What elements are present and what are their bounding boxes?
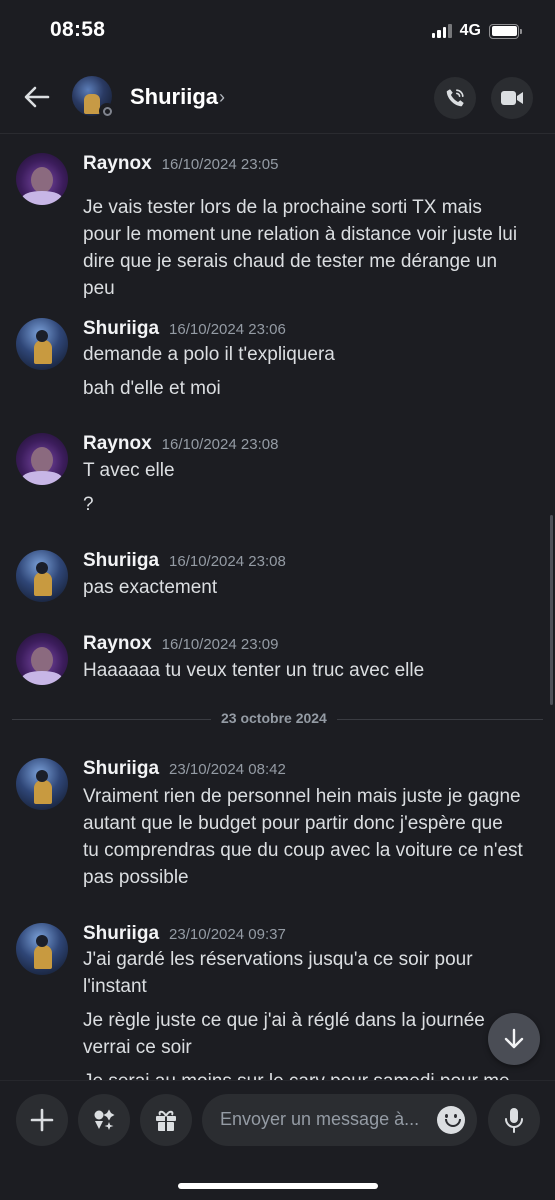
- back-button[interactable]: [20, 80, 54, 114]
- message-timestamp: 23/10/2024 08:42: [169, 761, 286, 778]
- message-line: peu: [83, 278, 115, 299]
- avatar[interactable]: [16, 550, 68, 602]
- add-attachment-button[interactable]: [16, 1094, 68, 1146]
- message-line: verrai ce soir: [83, 1037, 192, 1058]
- voice-message-button[interactable]: [488, 1094, 540, 1146]
- message-timestamp: 23/10/2024 09:37: [169, 926, 286, 943]
- message-list[interactable]: Raynox 16/10/2024 23:05 Je vais tester l…: [0, 135, 555, 1080]
- message-line: pas exactement: [83, 577, 218, 598]
- apps-icon: [94, 1109, 115, 1130]
- chevron-right-icon[interactable]: ›: [219, 87, 225, 108]
- message-line: demande a polo il t'expliquera: [83, 344, 335, 365]
- message-line: T avec elle: [83, 460, 175, 481]
- back-arrow-icon: [24, 86, 50, 108]
- message-line: Je vais tester lors de la prochaine sort…: [83, 197, 482, 218]
- message-line: Vraiment rien de personnel hein mais jus…: [83, 786, 521, 807]
- gift-icon: [156, 1110, 176, 1131]
- voice-call-button[interactable]: [434, 77, 476, 119]
- avatar[interactable]: [16, 318, 68, 370]
- message-line: Je serai au moins sur le carv pour samed…: [83, 1068, 510, 1080]
- video-call-button[interactable]: [491, 77, 533, 119]
- message-timestamp: 16/10/2024 23:08: [169, 553, 286, 570]
- header-title[interactable]: Shuriiga: [130, 84, 218, 110]
- emoji-icon[interactable]: [437, 1106, 465, 1134]
- message-line: Haaaaaa tu veux tenter un truc avec elle: [83, 660, 425, 681]
- signal-icon: [431, 24, 452, 38]
- jump-to-bottom-button[interactable]: [488, 1013, 540, 1065]
- message-author[interactable]: Shuriiga: [83, 923, 159, 945]
- offline-status-icon: [99, 103, 115, 119]
- status-indicators: 4G: [431, 22, 522, 40]
- gift-button[interactable]: [140, 1094, 192, 1146]
- message-input-placeholder: Envoyer un message à...: [220, 1109, 420, 1129]
- message-line: autant que le budget pour partir donc j'…: [83, 813, 503, 834]
- arrow-down-icon: [504, 1028, 524, 1049]
- message-timestamp: 16/10/2024 23:05: [161, 156, 279, 173]
- message-line: J'ai gardé les réservations jusqu'a ce s…: [83, 949, 473, 970]
- message-line: tu comprendras que du coup avec la voitu…: [83, 840, 523, 861]
- status-bar: 08:58 4G: [0, 0, 555, 62]
- message-timestamp: 16/10/2024 23:09: [161, 636, 279, 653]
- message-line: dire que je serais chaud de tester me dé…: [83, 251, 498, 272]
- avatar[interactable]: [16, 923, 68, 975]
- avatar[interactable]: [16, 758, 68, 810]
- date-divider-label: 23 octobre 2024: [211, 710, 337, 726]
- video-camera-icon: [501, 91, 523, 105]
- status-time: 08:58: [50, 18, 106, 41]
- apps-button[interactable]: [78, 1094, 130, 1146]
- phone-icon: [446, 89, 464, 107]
- message-author[interactable]: Raynox: [83, 433, 152, 455]
- microphone-icon: [505, 1108, 523, 1133]
- message-author[interactable]: Shuriiga: [83, 758, 159, 780]
- message-line: pas possible: [83, 867, 189, 888]
- battery-icon: [489, 23, 522, 39]
- message-line: l'instant: [83, 976, 147, 997]
- avatar[interactable]: [16, 153, 68, 205]
- message-input[interactable]: Envoyer un message à...: [202, 1094, 477, 1146]
- chat-header: Shuriiga ›: [0, 62, 555, 134]
- message-line: Je règle juste ce que j'ai à réglé dans …: [83, 1010, 485, 1031]
- message-line: ?: [83, 494, 94, 515]
- date-divider: 23 octobre 2024: [12, 710, 543, 728]
- message-author[interactable]: Shuriiga: [83, 550, 159, 572]
- message-timestamp: 16/10/2024 23:06: [169, 321, 286, 338]
- plus-icon: [30, 1108, 54, 1132]
- network-type: 4G: [459, 22, 481, 39]
- message-composer: Envoyer un message à...: [0, 1080, 555, 1200]
- message-author[interactable]: Raynox: [83, 633, 152, 655]
- home-indicator[interactable]: [178, 1183, 378, 1189]
- message-line: bah d'elle et moi: [83, 378, 221, 399]
- message-author[interactable]: Raynox: [83, 153, 152, 175]
- scrollbar[interactable]: [550, 515, 553, 705]
- message-author[interactable]: Shuriiga: [83, 318, 159, 340]
- avatar[interactable]: [16, 633, 68, 685]
- message-line: pour le moment une relation à distance v…: [83, 224, 518, 245]
- message-timestamp: 16/10/2024 23:08: [161, 436, 279, 453]
- avatar[interactable]: [16, 433, 68, 485]
